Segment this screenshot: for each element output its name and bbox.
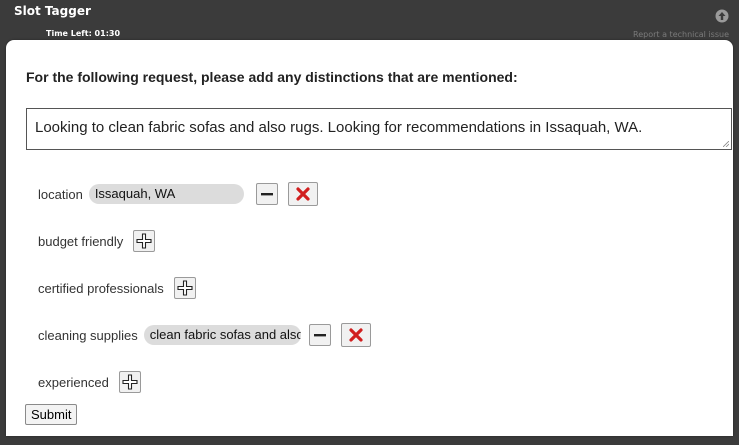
delete-button[interactable] <box>287 182 318 206</box>
minimize-button[interactable] <box>255 183 278 205</box>
plus-icon <box>122 374 138 390</box>
slot-row-location: location Issaquah, WA <box>38 182 318 206</box>
x-icon <box>296 187 310 201</box>
slot-row-cleaning-supplies: cleaning supplies clean fabric sofas and… <box>38 323 371 347</box>
delete-button[interactable] <box>340 323 371 347</box>
slot-label: location <box>38 186 83 202</box>
minus-icon <box>260 193 273 196</box>
x-icon <box>349 328 363 342</box>
slot-label: cleaning supplies <box>38 327 138 343</box>
report-issue-link[interactable]: Report a technical issue <box>633 30 729 39</box>
slot-label: budget friendly <box>38 233 124 249</box>
main-panel: For the following request, please add an… <box>6 40 733 436</box>
slot-label: experienced <box>38 374 109 390</box>
minus-icon <box>313 334 326 337</box>
slot-row-certified-professionals: certified professionals <box>38 276 196 300</box>
app-title: Slot Tagger <box>14 4 91 18</box>
slot-value-chip[interactable]: Issaquah, WA <box>88 184 244 204</box>
add-slot-button[interactable] <box>118 371 141 393</box>
plus-icon <box>136 233 152 249</box>
time-left: Time Left: 01:30 <box>46 29 121 38</box>
submit-button[interactable]: Submit <box>25 404 78 425</box>
request-textarea[interactable]: Looking to clean fabric sofas and also r… <box>26 108 732 150</box>
window: Slot Tagger Time Left: 01:30 Report a te… <box>0 0 739 445</box>
request-text: Looking to clean fabric sofas and also r… <box>35 119 643 136</box>
slot-label: certified professionals <box>38 280 164 296</box>
header-bar: Slot Tagger Time Left: 01:30 Report a te… <box>0 0 739 42</box>
minimize-button[interactable] <box>308 324 331 346</box>
slot-row-budget-friendly: budget friendly <box>38 229 156 253</box>
add-slot-button[interactable] <box>173 277 196 299</box>
plus-icon <box>177 280 193 296</box>
slot-value-chip[interactable]: clean fabric sofas and also <box>143 325 301 345</box>
add-slot-button[interactable] <box>133 230 156 252</box>
resize-grip-icon[interactable] <box>723 141 729 147</box>
instruction-text: For the following request, please add an… <box>26 69 518 85</box>
slot-row-experienced: experienced <box>38 370 141 394</box>
circle-up-arrow-icon[interactable] <box>715 9 729 23</box>
